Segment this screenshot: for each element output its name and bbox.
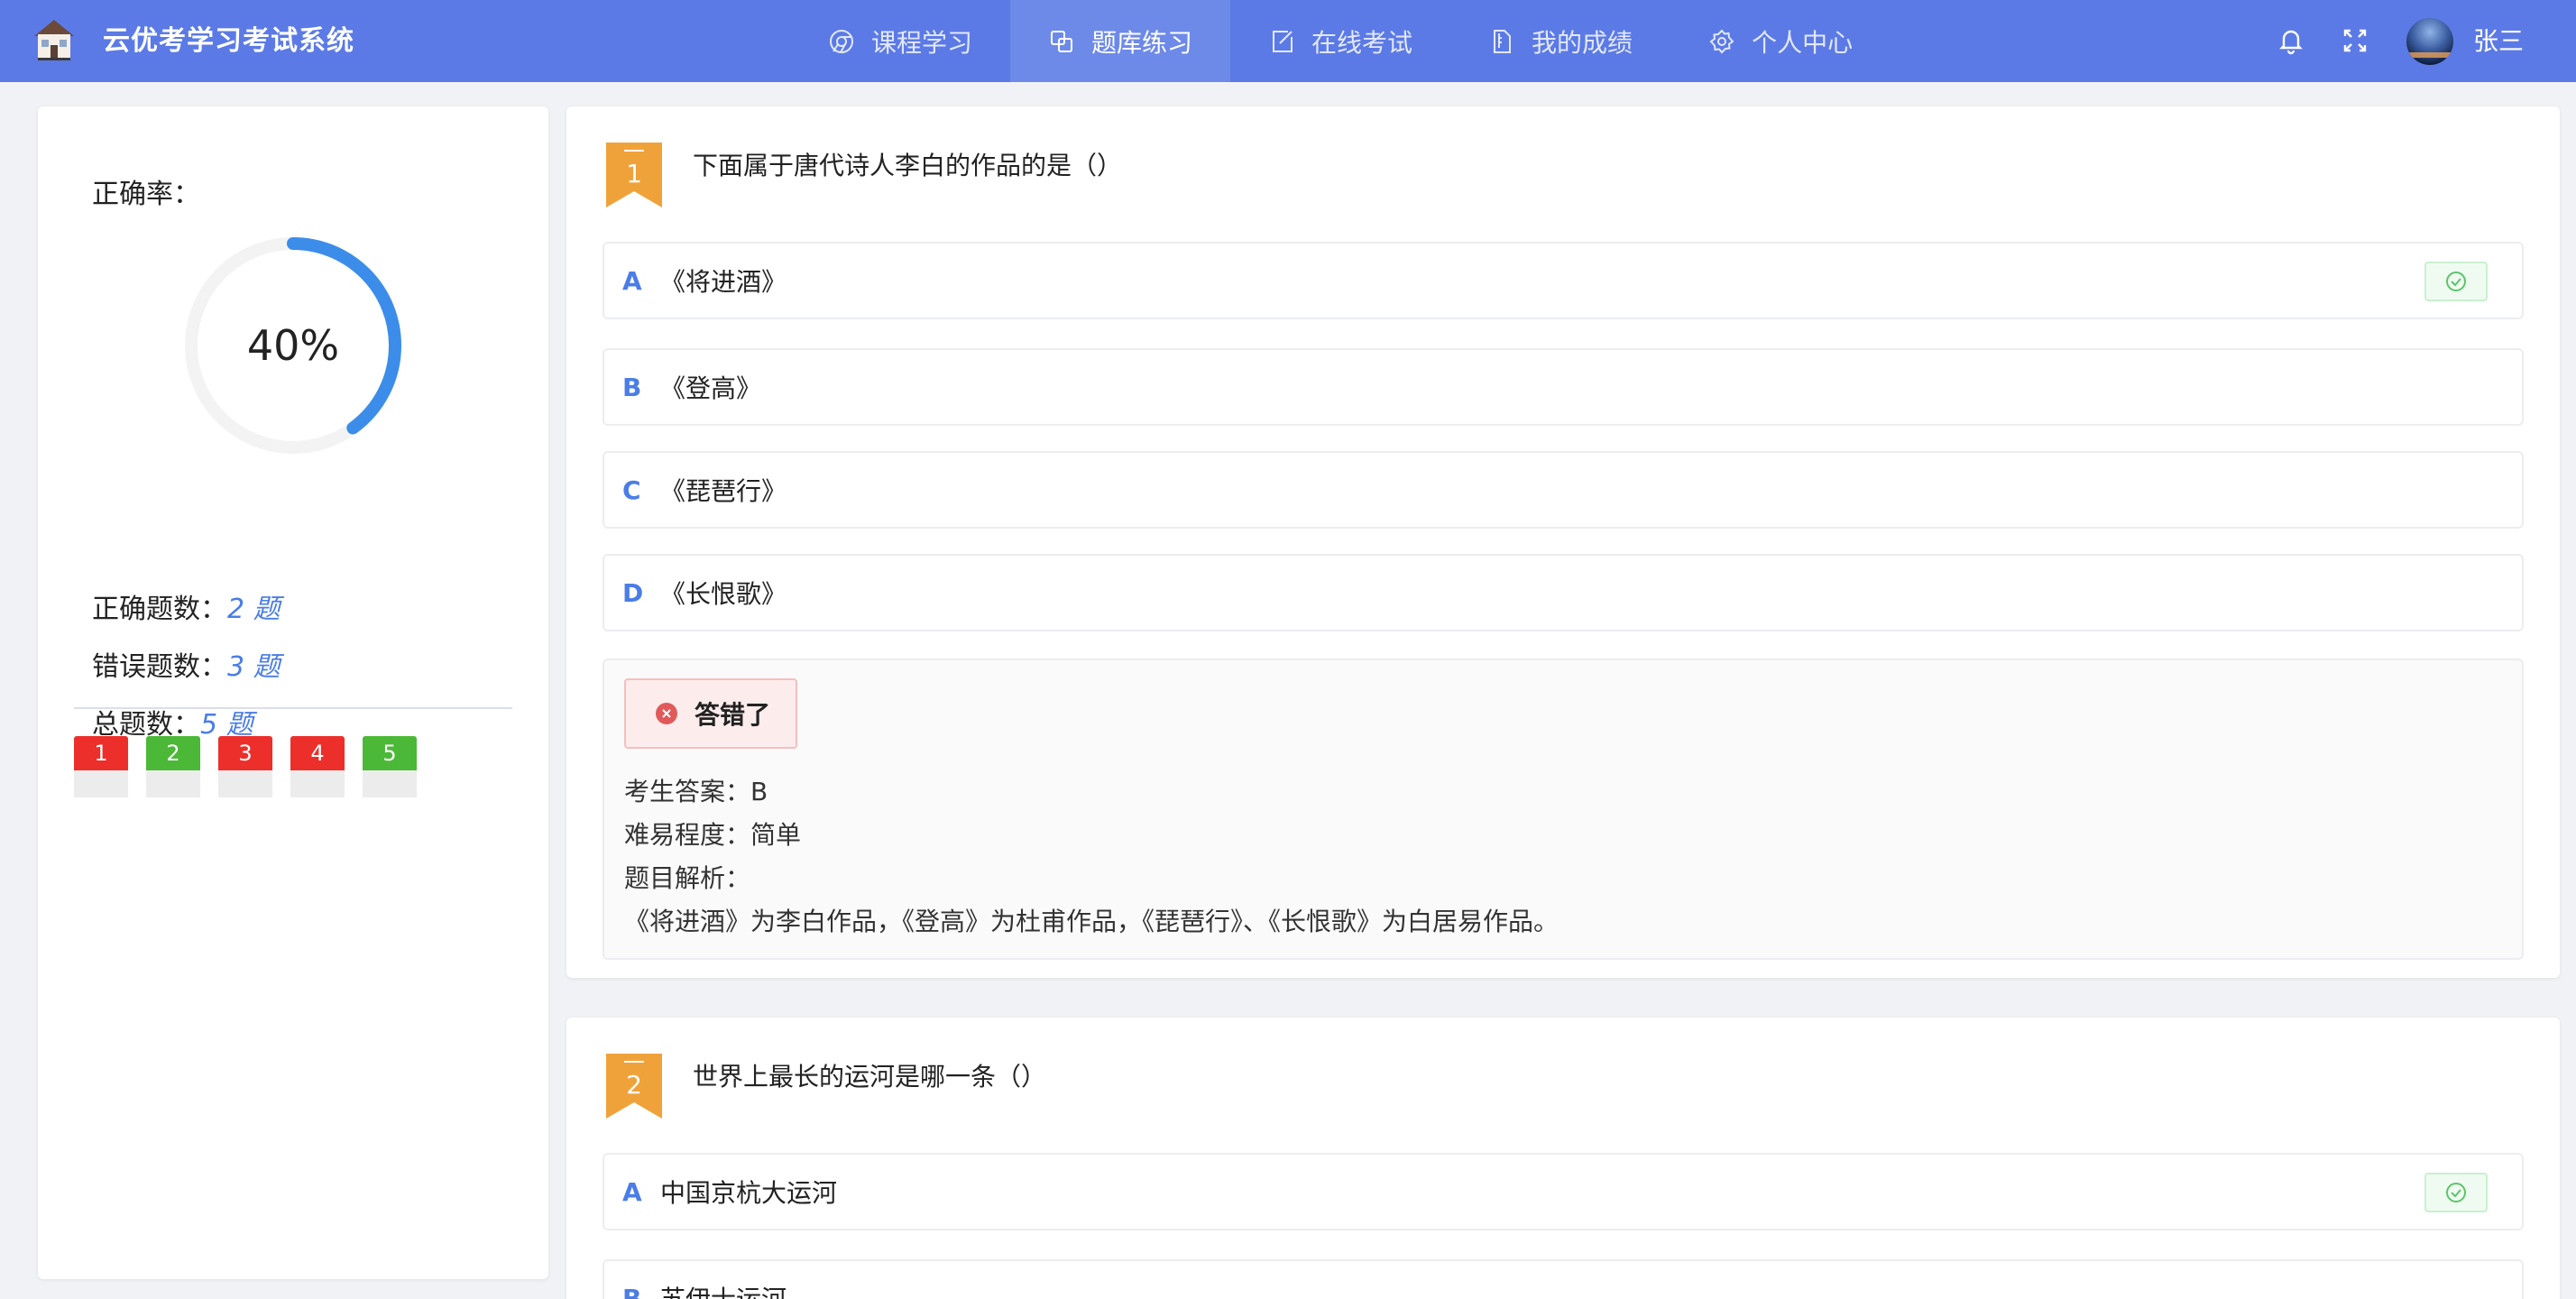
question-card: 2 世界上最长的运河是哪一条（） A 中国京杭大运河 B 苏伊士运河	[566, 1018, 2560, 1299]
option-b[interactable]: B 《登高》	[603, 348, 2524, 426]
question-nav-bar	[146, 770, 200, 797]
question-number: 2	[146, 736, 200, 770]
question-badge: 1	[606, 143, 662, 207]
analysis-text: 《将进酒》为李白作品，《登高》为杜甫作品，《琵琶行》、《长恨歌》为白居易作品。	[624, 907, 1559, 936]
wrong-answer-label: 答错了	[695, 700, 771, 730]
nav-course-study[interactable]: 课程学习	[790, 0, 1010, 82]
option-text: 《登高》	[660, 373, 762, 403]
nav-personal-center[interactable]: 个人中心	[1670, 0, 1891, 82]
gear-icon	[1709, 29, 1734, 53]
option-letter: D	[622, 577, 644, 608]
option-b[interactable]: B 苏伊士运河	[603, 1259, 2524, 1299]
analysis-label: 题目解析：	[624, 863, 751, 893]
chrome-circle-icon	[830, 29, 853, 53]
question-nav-bar	[290, 770, 345, 797]
option-letter: C	[622, 474, 641, 505]
bell-icon[interactable]	[2277, 26, 2305, 55]
stat-value: 2 题	[227, 594, 281, 625]
question-nav-item[interactable]: 2	[146, 736, 200, 797]
option-text: 《将进酒》	[660, 267, 787, 297]
question-nav-bar	[74, 770, 128, 797]
app-title: 云优考学习考试系统	[103, 25, 354, 57]
correct-answer-tag	[2424, 262, 2488, 301]
option-a[interactable]: A 中国京杭大运河	[603, 1153, 2524, 1230]
option-d[interactable]: D 《长恨歌》	[603, 554, 2524, 631]
option-c[interactable]: C 《琵琶行》	[603, 451, 2524, 529]
document-icon	[1494, 29, 1512, 53]
question-number: 1	[74, 736, 128, 770]
question-number: 5	[363, 736, 417, 770]
top-header: 云优考学习考试系统 课程学习 题库练习 在线考试 我的成绩 个人中心 张三	[0, 0, 2576, 82]
fullscreen-icon[interactable]	[2341, 27, 2369, 54]
option-text: 《琵琶行》	[660, 476, 787, 506]
sidebar-divider	[74, 707, 512, 709]
nav-label: 题库练习	[1091, 27, 1193, 58]
username[interactable]: 张三	[2473, 0, 2524, 82]
stats-sidebar: 正确率： 40% 正确题数：2 题 错误题数：3 题 总题数：5 题 1 2 3…	[38, 106, 548, 1279]
question-nav-item[interactable]: 1	[74, 736, 128, 797]
accuracy-label: 正确率：	[92, 179, 200, 210]
option-a[interactable]: A 《将进酒》	[603, 242, 2524, 319]
option-letter: B	[622, 1283, 642, 1299]
question-nav-grid: 1 2 3 4 5	[74, 736, 417, 797]
close-circle-icon	[656, 703, 677, 724]
option-text: 《长恨歌》	[660, 579, 787, 609]
stat-label: 错误题数：	[92, 651, 227, 683]
question-badge-number: 1	[626, 159, 642, 189]
check-circle-icon	[2446, 272, 2466, 291]
copy-squares-icon	[1051, 30, 1073, 52]
option-letter: B	[622, 372, 642, 402]
nav-label: 我的成绩	[1532, 27, 1633, 58]
main-nav: 课程学习 题库练习 在线考试 我的成绩 个人中心	[790, 0, 1891, 82]
school-house-logo-icon	[34, 20, 74, 60]
question-nav-bar	[363, 770, 417, 797]
question-text: 世界上最长的运河是哪一条（）	[693, 1062, 1047, 1092]
question-nav-bar	[218, 770, 272, 797]
option-text: 苏伊士运河	[660, 1280, 787, 1299]
nav-my-scores[interactable]: 我的成绩	[1450, 0, 1670, 82]
option-letter: A	[622, 1176, 642, 1207]
question-nav-item[interactable]: 5	[363, 736, 417, 797]
question-card: 1 下面属于唐代诗人李白的作品的是（） A 《将进酒》 B 《登高》 C 《琵琶…	[566, 106, 2560, 978]
nav-online-exam[interactable]: 在线考试	[1230, 0, 1450, 82]
nav-label: 个人中心	[1752, 27, 1854, 58]
question-badge: 2	[606, 1054, 662, 1119]
option-letter: A	[622, 265, 642, 296]
question-text: 下面属于唐代诗人李白的作品的是（）	[693, 151, 1123, 180]
correct-count-stat: 正确题数：2 题	[92, 586, 281, 626]
stat-label: 正确题数：	[92, 594, 227, 625]
stat-value: 3 题	[227, 651, 281, 683]
wrong-answer-tag: 答错了	[624, 678, 797, 749]
question-number: 3	[218, 736, 272, 770]
student-answer: 考生答案：B	[624, 777, 768, 806]
question-number: 4	[290, 736, 345, 770]
question-badge-number: 2	[626, 1070, 642, 1100]
accuracy-value: 40%	[246, 321, 340, 370]
nav-question-bank[interactable]: 题库练习	[1010, 0, 1231, 82]
question-nav-item[interactable]: 3	[218, 736, 272, 797]
option-text: 中国京杭大运河	[660, 1178, 838, 1208]
avatar[interactable]	[2406, 18, 2453, 65]
difficulty-level: 难易程度：简单	[624, 820, 802, 850]
nav-label: 课程学习	[871, 27, 973, 58]
question-nav-item[interactable]: 4	[290, 736, 345, 797]
wrong-count-stat: 错误题数：3 题	[92, 644, 281, 684]
edit-square-icon	[1273, 30, 1293, 52]
check-circle-icon	[2446, 1183, 2466, 1202]
nav-label: 在线考试	[1311, 27, 1413, 58]
correct-answer-tag	[2424, 1173, 2488, 1212]
answer-result-panel: 答错了 考生答案：B 难易程度：简单 题目解析： 《将进酒》为李白作品，《登高》…	[603, 659, 2524, 960]
